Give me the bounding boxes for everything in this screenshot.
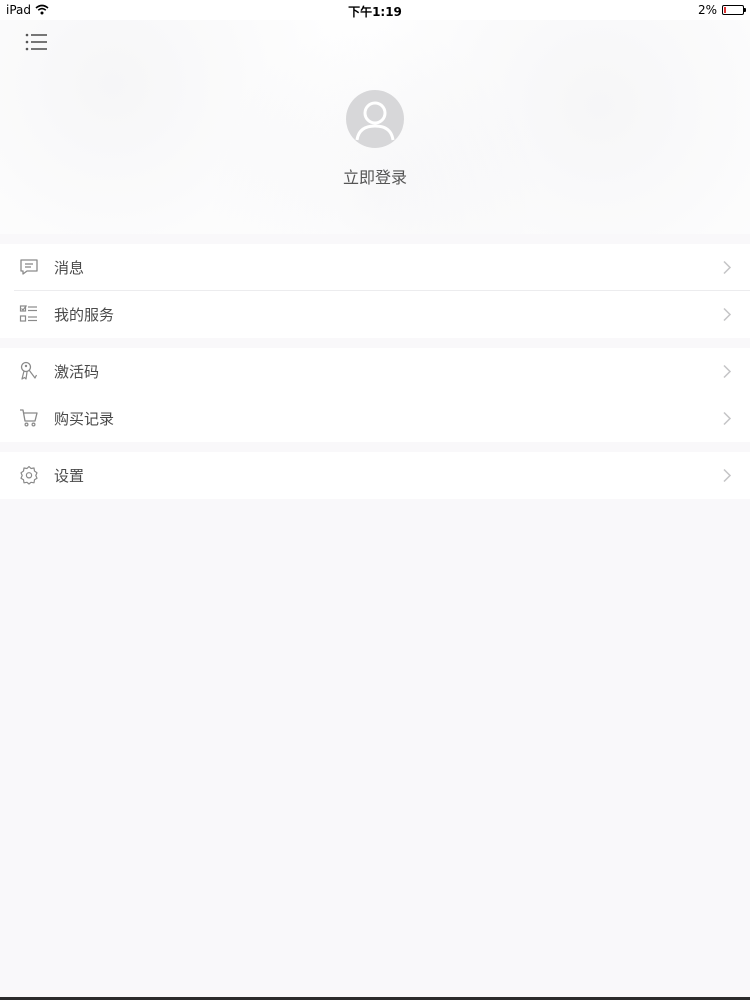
menu-item-label: 设置 bbox=[54, 467, 85, 485]
avatar[interactable] bbox=[346, 90, 404, 148]
gear-icon bbox=[19, 465, 39, 485]
chevron-right-icon bbox=[722, 468, 732, 483]
menu-item-label: 我的服务 bbox=[54, 306, 115, 324]
menu-item-activation-code[interactable]: 激活码 bbox=[0, 348, 750, 395]
menu-item-settings[interactable]: 设置 bbox=[0, 452, 750, 499]
list-menu-icon bbox=[24, 33, 50, 57]
menu-item-my-services[interactable]: 我的服务 bbox=[0, 291, 750, 338]
status-time: 下午1:19 bbox=[348, 5, 402, 19]
login-link[interactable]: 立即登录 bbox=[0, 164, 750, 188]
menu-item-messages[interactable]: 消息 bbox=[0, 244, 750, 291]
key-icon bbox=[19, 361, 39, 381]
status-bar: iPad 下午1:19 2% bbox=[0, 0, 750, 20]
menu-group-3: 设置 bbox=[0, 452, 750, 499]
menu-button[interactable] bbox=[24, 31, 50, 53]
menu-group-1: 消息 我的服务 bbox=[0, 244, 750, 338]
chevron-right-icon bbox=[722, 411, 732, 426]
chevron-right-icon bbox=[722, 364, 732, 379]
service-list-icon bbox=[19, 304, 39, 324]
cart-icon bbox=[19, 408, 39, 428]
battery-fill bbox=[724, 7, 726, 13]
menu-item-label: 购买记录 bbox=[54, 410, 115, 428]
battery-percentage: 2% bbox=[697, 3, 717, 17]
message-icon bbox=[19, 257, 39, 277]
menu-item-purchase-history[interactable]: 购买记录 bbox=[0, 395, 750, 442]
battery-icon bbox=[722, 5, 746, 15]
chevron-right-icon bbox=[722, 307, 732, 322]
menu-group-2: 激活码 购买记录 bbox=[0, 348, 750, 442]
menu-item-label: 激活码 bbox=[54, 363, 100, 381]
profile-header: 立即登录 bbox=[0, 20, 750, 234]
menu-item-label: 消息 bbox=[54, 259, 85, 277]
chevron-right-icon bbox=[722, 260, 732, 275]
